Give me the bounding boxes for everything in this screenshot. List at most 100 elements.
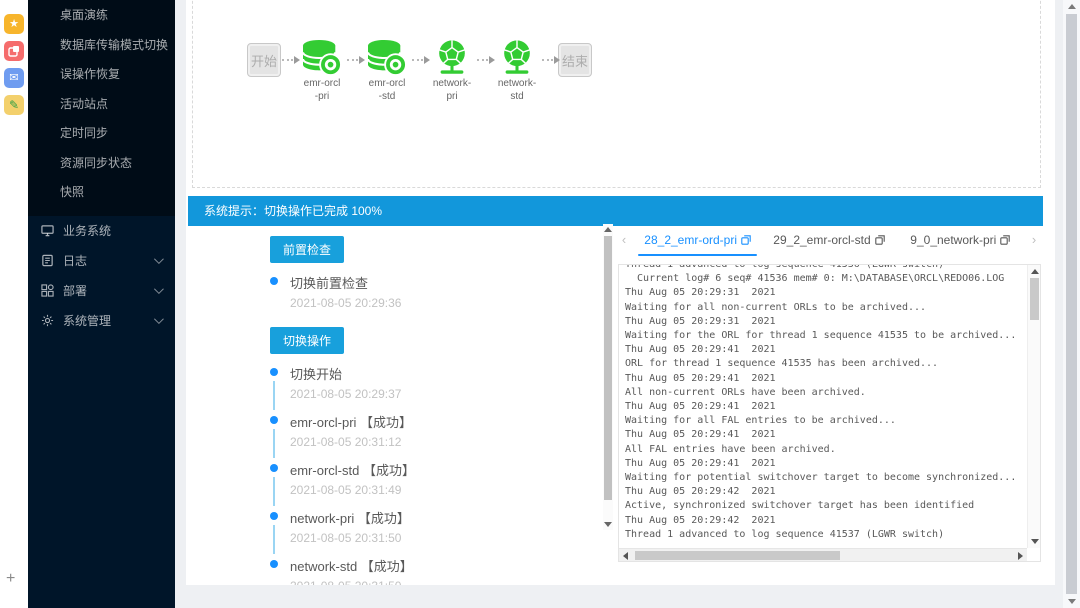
log-line: Thu Aug 05 20:29:42 2021 bbox=[625, 514, 1025, 528]
log-line: Thu Aug 05 20:29:41 2021 bbox=[625, 457, 1025, 471]
log-line: Thu Aug 05 20:29:31 2021 bbox=[625, 286, 1025, 300]
scroll-up-icon[interactable] bbox=[1031, 269, 1039, 274]
sidebar-item-business-systems[interactable]: 业务系统 bbox=[28, 216, 175, 246]
sidebar-item-deploy[interactable]: 部署 bbox=[28, 276, 175, 306]
sidebar-submenu-item[interactable]: 桌面演练 bbox=[28, 1, 175, 31]
sidebar-item-label: 系统管理 bbox=[63, 312, 111, 329]
flow-step: emr-orcl -std bbox=[363, 39, 428, 103]
open-in-window-icon[interactable] bbox=[741, 235, 751, 245]
log-outer-scrollbar[interactable] bbox=[603, 224, 613, 530]
scrollbar-thumb[interactable] bbox=[635, 551, 840, 560]
chevron-down-icon bbox=[154, 254, 164, 264]
timeline-connector bbox=[273, 477, 275, 506]
flow-arrow-icon bbox=[542, 59, 557, 61]
log-tab-label: 28_2_emr-ord-pri bbox=[644, 233, 737, 247]
sidebar-submenu-item[interactable]: 活动站点 bbox=[28, 90, 175, 120]
scroll-down-icon[interactable] bbox=[604, 522, 612, 527]
log-horizontal-scrollbar[interactable] bbox=[619, 548, 1027, 561]
log-tab-bar: ‹ 28_2_emr-ord-pri 29_2_emr-orcl-std bbox=[616, 228, 1042, 262]
flow-terminal-node[interactable]: 开始 bbox=[247, 43, 281, 77]
flow-terminal-label: 开始 bbox=[251, 51, 277, 70]
sidebar-submenu-item[interactable]: 快照 bbox=[28, 178, 175, 208]
sidebar-submenu-item[interactable]: 定时同步 bbox=[28, 119, 175, 149]
sidebar-item-label: 数据库传输模式切换 bbox=[60, 38, 168, 52]
timeline-dot-icon bbox=[270, 416, 278, 424]
flow-resource-node[interactable]: network- pri bbox=[428, 39, 476, 103]
timeline-event: 切换开始 2021-08-05 20:29:37 bbox=[270, 364, 590, 401]
gallery-app-icon[interactable] bbox=[4, 41, 24, 61]
monitor-icon bbox=[41, 224, 54, 237]
scrollbar-thumb[interactable] bbox=[604, 236, 612, 500]
timeline-row: 切换开始 2021-08-05 20:29:37 bbox=[270, 364, 590, 401]
gear-icon bbox=[41, 314, 54, 327]
scroll-left-icon[interactable] bbox=[623, 552, 628, 560]
sidebar-item-label: 桌面演练 bbox=[60, 8, 108, 22]
tabs-next-button[interactable]: › bbox=[1026, 228, 1042, 252]
flow-arrow-icon bbox=[347, 59, 362, 61]
timeline-row: 前置检查 bbox=[270, 230, 590, 273]
timeline-row: emr-orcl-pri 【成功】 2021-08-05 20:31:12 bbox=[270, 412, 590, 449]
log-line: Current log# 6 seq# 41536 mem# 0: M:\DAT… bbox=[625, 272, 1025, 286]
add-app-button[interactable]: + bbox=[6, 570, 15, 588]
page-scrollbar[interactable] bbox=[1063, 0, 1080, 608]
network-globe-icon bbox=[433, 39, 471, 77]
sidebar-item-system-admin[interactable]: 系统管理 bbox=[28, 306, 175, 336]
timeline-dot-icon bbox=[270, 464, 278, 472]
log-tab[interactable]: 9_0_network-pri bbox=[895, 228, 1026, 257]
database-icon bbox=[366, 39, 408, 77]
timeline-stage-button[interactable]: 切换操作 bbox=[270, 327, 344, 354]
log-line: All non-current ORLs have been archived. bbox=[625, 386, 1025, 400]
envelope-icon: ✉ bbox=[9, 73, 18, 84]
flow-resource-node[interactable]: network- std bbox=[493, 39, 541, 103]
flow-node-label-line1: network- bbox=[498, 78, 536, 90]
flow-terminal-node[interactable]: 结束 bbox=[558, 43, 592, 77]
timeline-dot-icon bbox=[270, 277, 278, 285]
log-tab-label: 29_2_emr-orcl-std bbox=[773, 233, 870, 247]
timeline-stage-button[interactable]: 前置检查 bbox=[270, 236, 344, 263]
log-tab[interactable]: 28_2_emr-ord-pri bbox=[632, 228, 763, 257]
log-line: Waiting for the ORL for thread 1 sequenc… bbox=[625, 329, 1025, 343]
sidebar-item-label: 快照 bbox=[60, 185, 84, 199]
log-tab[interactable]: 29_2_emr-orcl-std bbox=[763, 228, 894, 257]
flow-resource-node[interactable]: emr-orcl -pri bbox=[298, 39, 346, 103]
scrollbar-thumb[interactable] bbox=[1066, 14, 1077, 594]
log-book-icon bbox=[41, 254, 54, 267]
sidebar-item-label: 业务系统 bbox=[63, 222, 111, 239]
timeline-connector bbox=[273, 525, 275, 554]
log-vertical-scrollbar[interactable] bbox=[1027, 265, 1040, 548]
tabs-prev-button[interactable]: ‹ bbox=[616, 228, 632, 252]
sidebar-submenu-item[interactable]: 误操作恢复 bbox=[28, 60, 175, 90]
scroll-down-icon[interactable] bbox=[1068, 599, 1076, 604]
note-app-icon[interactable]: ✎ bbox=[4, 95, 24, 115]
flow-step: emr-orcl -pri bbox=[298, 39, 363, 103]
sidebar: 桌面演练 数据库传输模式切换 误操作恢复 活动站点 定时同步 资源同步状态 bbox=[28, 0, 175, 608]
star-app-icon[interactable]: ★ bbox=[4, 14, 24, 34]
scroll-up-icon[interactable] bbox=[604, 227, 612, 232]
log-line: Thread 1 advanced to log sequence 41536 … bbox=[625, 265, 1025, 272]
timeline-dot-icon bbox=[270, 560, 278, 568]
flow-resource-node[interactable]: emr-orcl -std bbox=[363, 39, 411, 103]
sidebar-submenu-item[interactable]: 数据库传输模式切换 bbox=[28, 31, 175, 61]
scroll-up-icon[interactable] bbox=[1068, 4, 1076, 9]
log-line: Thu Aug 05 20:29:42 2021 bbox=[625, 485, 1025, 499]
log-lines: Thread 1 advanced to log sequence 41536 … bbox=[625, 265, 1025, 542]
open-in-window-icon[interactable] bbox=[875, 235, 885, 245]
log-line: Waiting for all FAL entries to be archiv… bbox=[625, 414, 1025, 428]
timeline-row: emr-orcl-std 【成功】 2021-08-05 20:31:49 bbox=[270, 460, 590, 497]
flow-step: network- pri bbox=[428, 39, 493, 103]
scrollbar-thumb[interactable] bbox=[1030, 278, 1039, 320]
sidebar-submenu-item[interactable]: 资源同步状态 bbox=[28, 149, 175, 179]
log-line: Thread 1 advanced to log sequence 41537 … bbox=[625, 528, 1025, 542]
chevron-down-icon bbox=[154, 284, 164, 294]
sidebar-item-logs[interactable]: 日志 bbox=[28, 246, 175, 276]
scroll-right-icon[interactable] bbox=[1018, 552, 1023, 560]
mail-app-icon[interactable]: ✉ bbox=[4, 68, 24, 88]
flow-arrow-icon bbox=[477, 59, 492, 61]
scroll-down-icon[interactable] bbox=[1031, 539, 1039, 544]
open-in-window-icon[interactable] bbox=[1000, 235, 1010, 245]
flow-node-label-line2: -pri bbox=[315, 91, 329, 103]
log-line: Thu Aug 05 20:29:41 2021 bbox=[625, 400, 1025, 414]
main-panel: 开始 bbox=[186, 0, 1055, 585]
timeline-row: network-pri 【成功】 2021-08-05 20:31:50 bbox=[270, 508, 590, 545]
timeline-event-time: 2021-08-05 20:31:50 bbox=[290, 531, 590, 545]
